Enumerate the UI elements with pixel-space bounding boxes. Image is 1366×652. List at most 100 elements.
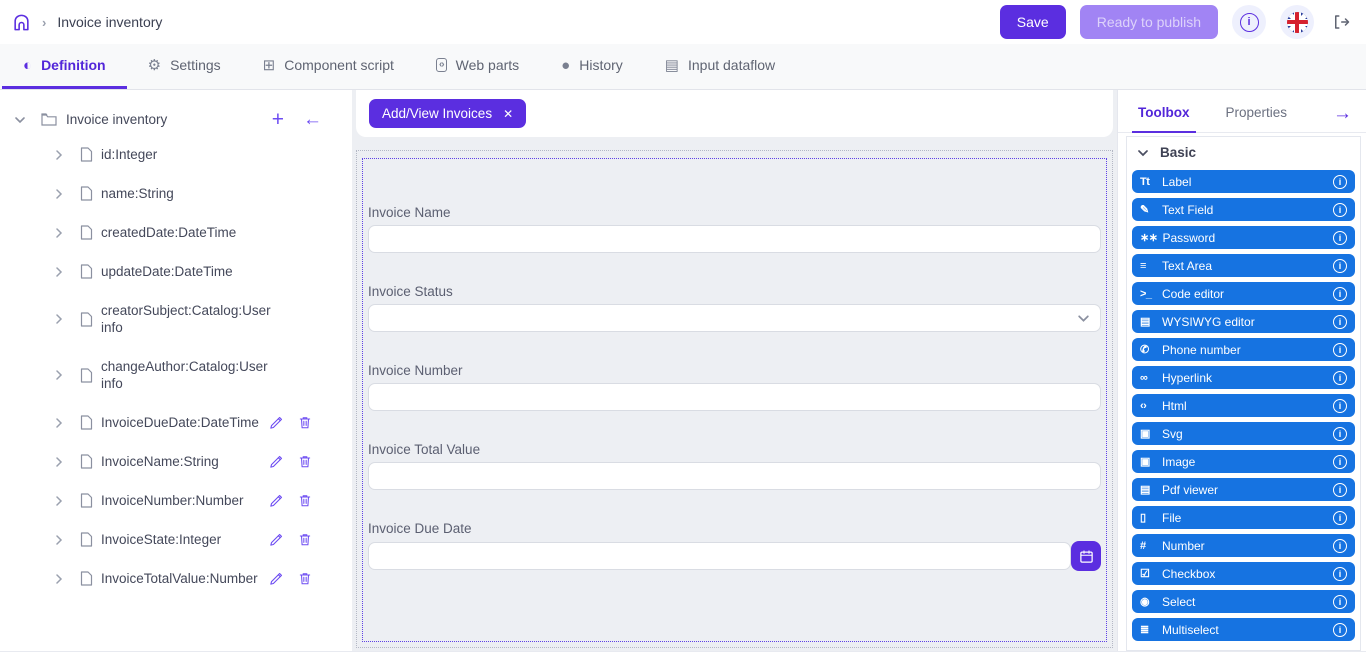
logout-icon[interactable]	[1332, 13, 1350, 31]
home-icon[interactable]	[12, 13, 31, 32]
tab-input-dataflow[interactable]: ▤ Input dataflow	[644, 44, 796, 89]
info-icon[interactable]: i	[1333, 455, 1347, 469]
toolbox-item-select[interactable]: ◉ Select i	[1132, 590, 1355, 613]
toolbox-item-pdf-viewer[interactable]: ▤ Pdf viewer i	[1132, 478, 1355, 501]
canvas-tab[interactable]: Add/View Invoices ✕	[369, 99, 526, 128]
tree-root-row[interactable]: Invoice inventory + ←	[10, 104, 352, 135]
field-label: Invoice Number	[368, 363, 1101, 378]
chevron-down-icon[interactable]	[14, 114, 26, 126]
info-icon[interactable]: i	[1333, 511, 1347, 525]
canvas-outer-dropzone[interactable]: Invoice Name Invoice Status Invoice	[356, 150, 1113, 648]
chevron-right-icon[interactable]	[54, 314, 64, 324]
toolbox-item-html[interactable]: ‹› Html i	[1132, 394, 1355, 417]
tree-item[interactable]: InvoiceName:String	[10, 442, 352, 481]
edit-icon[interactable]	[269, 532, 284, 547]
chevron-right-icon[interactable]	[54, 574, 64, 584]
chevron-right-icon[interactable]	[54, 457, 64, 467]
tree-item[interactable]: updateDate:DateTime	[10, 252, 352, 291]
edit-icon[interactable]	[269, 493, 284, 508]
toolbox-item-multiselect[interactable]: ≣ Multiselect i	[1132, 618, 1355, 641]
edit-icon[interactable]	[269, 454, 284, 469]
info-icon[interactable]: i	[1333, 371, 1347, 385]
delete-icon[interactable]	[298, 532, 312, 547]
toolbox-item-svg[interactable]: ▣ Svg i	[1132, 422, 1355, 445]
toolbox-item-password[interactable]: ∗∗ Password i	[1132, 226, 1355, 249]
info-icon[interactable]: i	[1333, 623, 1347, 637]
chevron-right-icon[interactable]	[54, 189, 64, 199]
collapse-panel-icon[interactable]: ←	[303, 110, 322, 129]
language-button[interactable]	[1280, 5, 1314, 39]
edit-icon[interactable]	[269, 415, 284, 430]
tree-item[interactable]: creatorSubject:Catalog:User info	[10, 291, 352, 347]
toolbox-item-file[interactable]: ▯ File i	[1132, 506, 1355, 529]
chevron-right-icon[interactable]	[54, 418, 64, 428]
info-icon[interactable]: i	[1333, 427, 1347, 441]
tree-item[interactable]: InvoiceTotalValue:Number	[10, 559, 352, 598]
tab-history[interactable]: ● History	[540, 44, 644, 89]
text-input[interactable]	[368, 225, 1101, 253]
toolbox-item-label[interactable]: Tt Label i	[1132, 170, 1355, 193]
chevron-right-icon[interactable]	[54, 370, 64, 380]
ready-to-publish-button[interactable]: Ready to publish	[1080, 5, 1218, 39]
info-icon[interactable]: i	[1333, 483, 1347, 497]
text-input[interactable]	[368, 383, 1101, 411]
delete-icon[interactable]	[298, 454, 312, 469]
info-icon[interactable]: i	[1333, 399, 1347, 413]
info-button[interactable]: i	[1232, 5, 1266, 39]
tab-settings[interactable]: ⚙ Settings	[127, 44, 242, 89]
tab-definition[interactable]: ◐ Definition	[2, 44, 127, 89]
chevron-right-icon[interactable]	[54, 496, 64, 506]
edit-icon[interactable]	[269, 571, 284, 586]
info-icon[interactable]: i	[1333, 175, 1347, 189]
tree-item[interactable]: name:String	[10, 174, 352, 213]
delete-icon[interactable]	[298, 493, 312, 508]
tree-item[interactable]: id:Integer	[10, 135, 352, 174]
toolbox-item-text-field[interactable]: ✎ Text Field i	[1132, 198, 1355, 221]
date-input[interactable]	[368, 542, 1071, 570]
info-icon[interactable]: i	[1333, 231, 1347, 245]
info-icon[interactable]: i	[1333, 259, 1347, 273]
panel-tab-properties[interactable]: Properties	[1220, 105, 1294, 133]
toolbox-section-header[interactable]: Basic	[1127, 137, 1360, 167]
info-icon[interactable]: i	[1333, 567, 1347, 581]
info-icon[interactable]: i	[1333, 315, 1347, 329]
close-icon[interactable]: ✕	[503, 108, 513, 120]
html-icon: ‹›	[1140, 400, 1157, 412]
select-icon: ◉	[1140, 595, 1157, 608]
save-button[interactable]: Save	[1000, 5, 1066, 39]
panel-tab-toolbox[interactable]: Toolbox	[1132, 105, 1196, 133]
calendar-button[interactable]	[1071, 541, 1101, 571]
toolbox-item-wysiwyg-editor[interactable]: ▤ WYSIWYG editor i	[1132, 310, 1355, 333]
delete-icon[interactable]	[298, 571, 312, 586]
tree-item[interactable]: InvoiceDueDate:DateTime	[10, 403, 352, 442]
tab-web-parts[interactable]: ‹› Web parts	[415, 44, 540, 89]
chevron-right-icon[interactable]	[54, 535, 64, 545]
select-input[interactable]	[368, 304, 1101, 332]
toolbox-item-image[interactable]: ▣ Image i	[1132, 450, 1355, 473]
info-icon[interactable]: i	[1333, 287, 1347, 301]
add-field-button[interactable]: +	[272, 109, 284, 130]
collapse-panel-arrow-icon[interactable]: →	[1333, 104, 1352, 132]
toolbox-item-code-editor[interactable]: >_ Code editor i	[1132, 282, 1355, 305]
delete-icon[interactable]	[298, 415, 312, 430]
toolbox-item-hyperlink[interactable]: ∞ Hyperlink i	[1132, 366, 1355, 389]
tree-item[interactable]: InvoiceState:Integer	[10, 520, 352, 559]
chevron-right-icon[interactable]	[54, 228, 64, 238]
info-icon[interactable]: i	[1333, 343, 1347, 357]
tree-item[interactable]: InvoiceNumber:Number	[10, 481, 352, 520]
info-icon[interactable]: i	[1333, 203, 1347, 217]
chevron-right-icon[interactable]	[54, 150, 64, 160]
text-input[interactable]	[368, 462, 1101, 490]
toolbox-item-number[interactable]: # Number i	[1132, 534, 1355, 557]
toolbox-item-text-area[interactable]: ≡ Text Area i	[1132, 254, 1355, 277]
tab-component-script[interactable]: ⊞ Component script	[242, 44, 415, 89]
info-icon[interactable]: i	[1333, 539, 1347, 553]
chevron-right-icon[interactable]	[54, 267, 64, 277]
info-icon[interactable]: i	[1333, 595, 1347, 609]
canvas-form-dropzone[interactable]: Invoice Name Invoice Status Invoice	[362, 158, 1107, 642]
tree-item[interactable]: createdDate:DateTime	[10, 213, 352, 252]
tree-item-label: createdDate:DateTime	[101, 224, 293, 241]
tree-item[interactable]: changeAuthor:Catalog:User info	[10, 347, 352, 403]
toolbox-item-checkbox[interactable]: ☑ Checkbox i	[1132, 562, 1355, 585]
toolbox-item-phone-number[interactable]: ✆ Phone number i	[1132, 338, 1355, 361]
